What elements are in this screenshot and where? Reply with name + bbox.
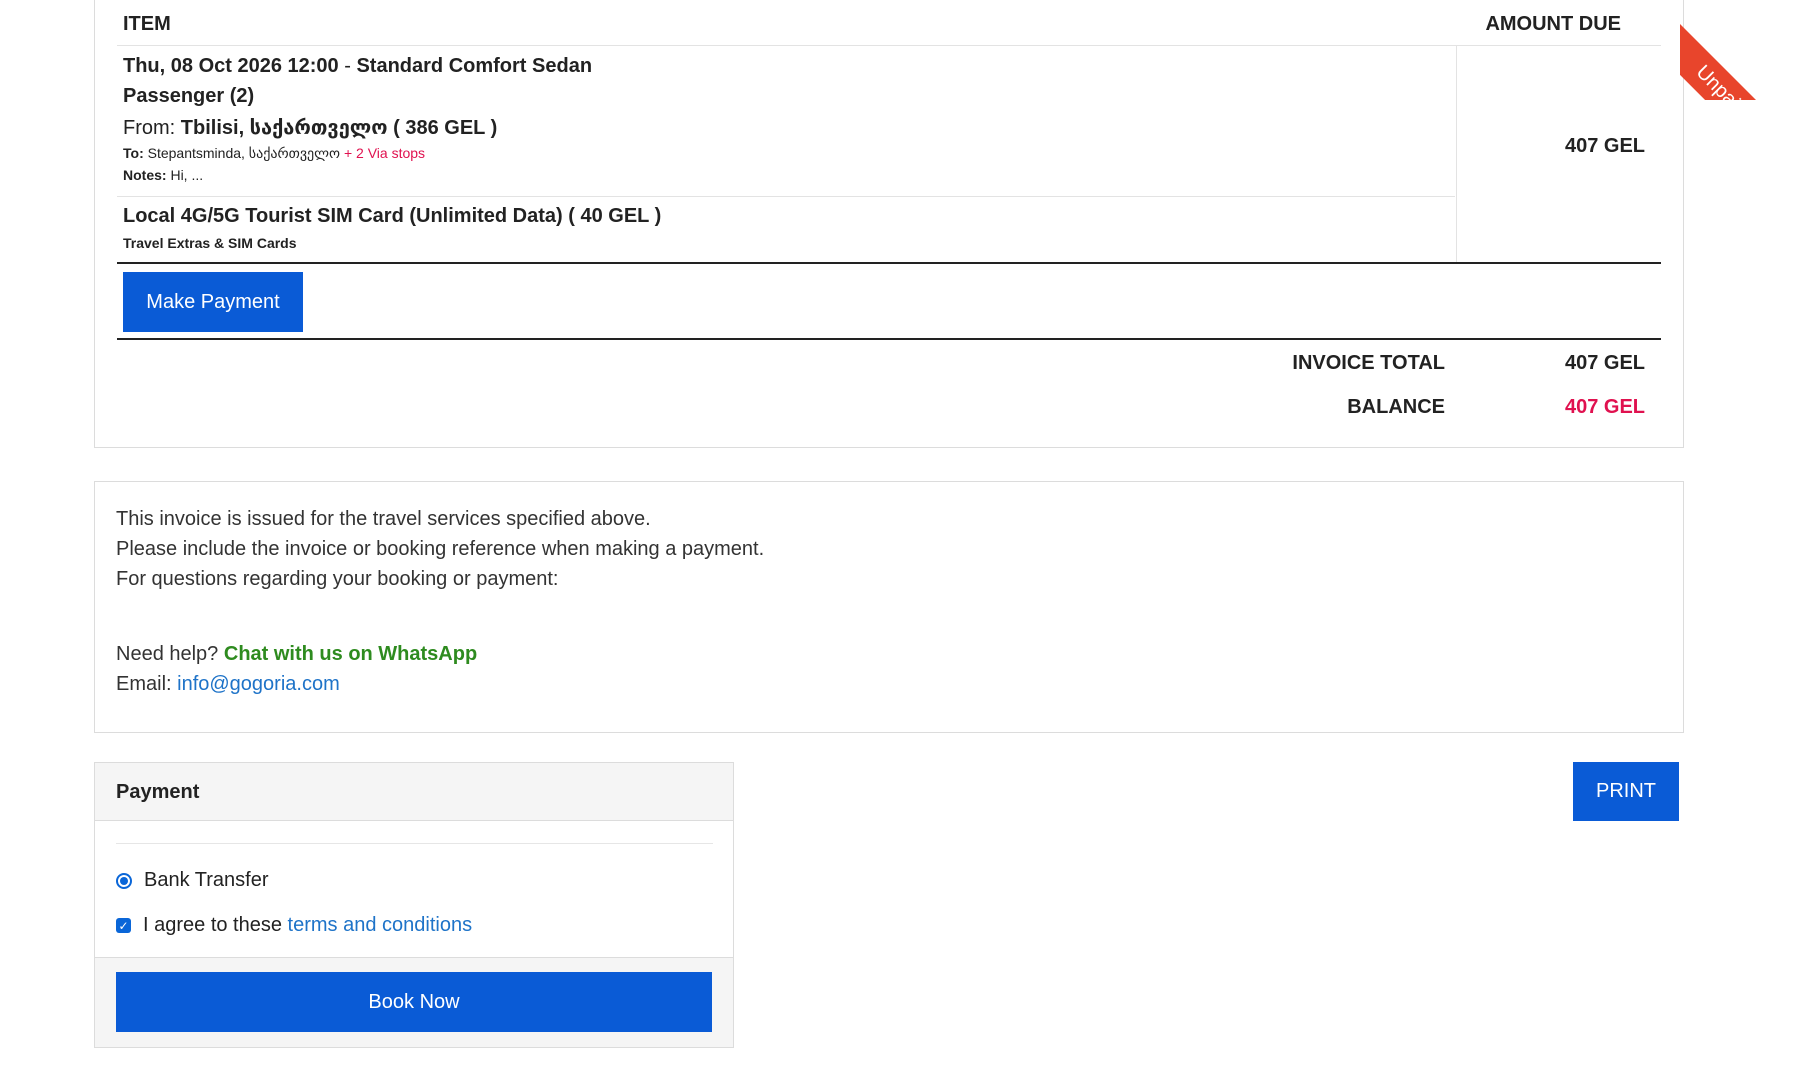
amount-column-divider <box>1456 45 1457 263</box>
whatsapp-link[interactable]: Chat with us on WhatsApp <box>224 643 477 665</box>
totals-top-rule <box>117 338 1661 340</box>
to-value: Stepantsminda, საქართველო <box>147 145 344 161</box>
invoice-table-card: ITEM AMOUNT DUE Thu, 08 Oct 2026 12:00 -… <box>94 0 1684 448</box>
notes-value: Hi, ... <box>170 167 204 183</box>
trip-notes: Notes: Hi, ... <box>123 167 203 183</box>
payment-title: Payment <box>116 781 200 803</box>
terms-agreement[interactable]: ✓ I agree to these terms and conditions <box>116 914 472 937</box>
trip-datetime: Thu, 08 Oct 2026 12:00 <box>123 55 339 77</box>
email-label: Email: <box>116 673 178 695</box>
info-line-1: This invoice is issued for the travel se… <box>116 508 651 530</box>
payment-panel-header: Payment <box>95 763 733 821</box>
book-now-button[interactable]: Book Now <box>116 972 712 1032</box>
amount-due-column-header: AMOUNT DUE <box>1485 13 1621 35</box>
trip-separator: - <box>338 55 357 77</box>
extra-item-name: Local 4G/5G Tourist SIM Card (Unlimited … <box>123 205 662 227</box>
items-bottom-rule <box>117 262 1661 264</box>
status-ribbon: Unpaid <box>1680 0 1800 100</box>
info-line-3: For questions regarding your booking or … <box>116 568 559 590</box>
trip-amount: 407 GEL <box>1564 135 1646 157</box>
via-stops-link[interactable]: + 2 Via stops <box>344 145 425 161</box>
info-line-2: Please include the invoice or booking re… <box>116 538 765 560</box>
invoice-total-value: 407 GEL <box>1564 352 1646 374</box>
bank-transfer-option[interactable]: Bank Transfer <box>116 869 269 892</box>
balance-value: 407 GEL <box>1564 396 1646 418</box>
notes-label: Notes: <box>123 167 171 183</box>
trip-to: To: Stepantsminda, საქართველო + 2 Via st… <box>123 145 425 162</box>
balance-label: BALANCE <box>1347 396 1445 418</box>
help-line: Need help? Chat with us on WhatsApp <box>116 643 477 666</box>
payment-panel-footer: Book Now <box>95 957 733 1047</box>
from-label: From: <box>123 117 181 139</box>
email-line: Email: info@gogoria.com <box>116 673 340 696</box>
invoice-info-card: This invoice is issued for the travel se… <box>94 481 1684 733</box>
bank-transfer-radio[interactable] <box>116 872 132 889</box>
header-divider <box>117 45 1661 46</box>
print-button[interactable]: PRINT <box>1573 762 1679 821</box>
invoice-total-label: INVOICE TOTAL <box>1292 352 1445 374</box>
trip-from: From: Tbilisi, საქართველო ( 386 GEL ) <box>123 115 497 140</box>
bank-transfer-label: Bank Transfer <box>144 869 269 891</box>
trip-passengers: Passenger (2) <box>123 85 255 107</box>
to-label: To: <box>123 145 148 161</box>
row-divider <box>117 196 1455 197</box>
email-link[interactable]: info@gogoria.com <box>177 673 340 695</box>
from-value: Tbilisi, საქართველო ( 386 GEL ) <box>180 117 498 139</box>
agree-text: I agree to these <box>143 914 288 936</box>
terms-checkbox[interactable]: ✓ <box>116 918 131 933</box>
unpaid-ribbon-text: Unpaid <box>1680 18 1800 100</box>
payment-divider <box>116 843 713 844</box>
help-label: Need help? <box>116 643 224 665</box>
trip-title: Thu, 08 Oct 2026 12:00 - Standard Comfor… <box>123 55 592 78</box>
terms-link[interactable]: terms and conditions <box>288 914 473 937</box>
extra-item-category: Travel Extras & SIM Cards <box>123 235 297 251</box>
make-payment-button[interactable]: Make Payment <box>123 272 303 332</box>
payment-panel: Payment Bank Transfer ✓ I agree to these… <box>94 762 734 1048</box>
trip-vehicle: Standard Comfort Sedan <box>356 55 593 77</box>
item-column-header: ITEM <box>123 13 171 35</box>
